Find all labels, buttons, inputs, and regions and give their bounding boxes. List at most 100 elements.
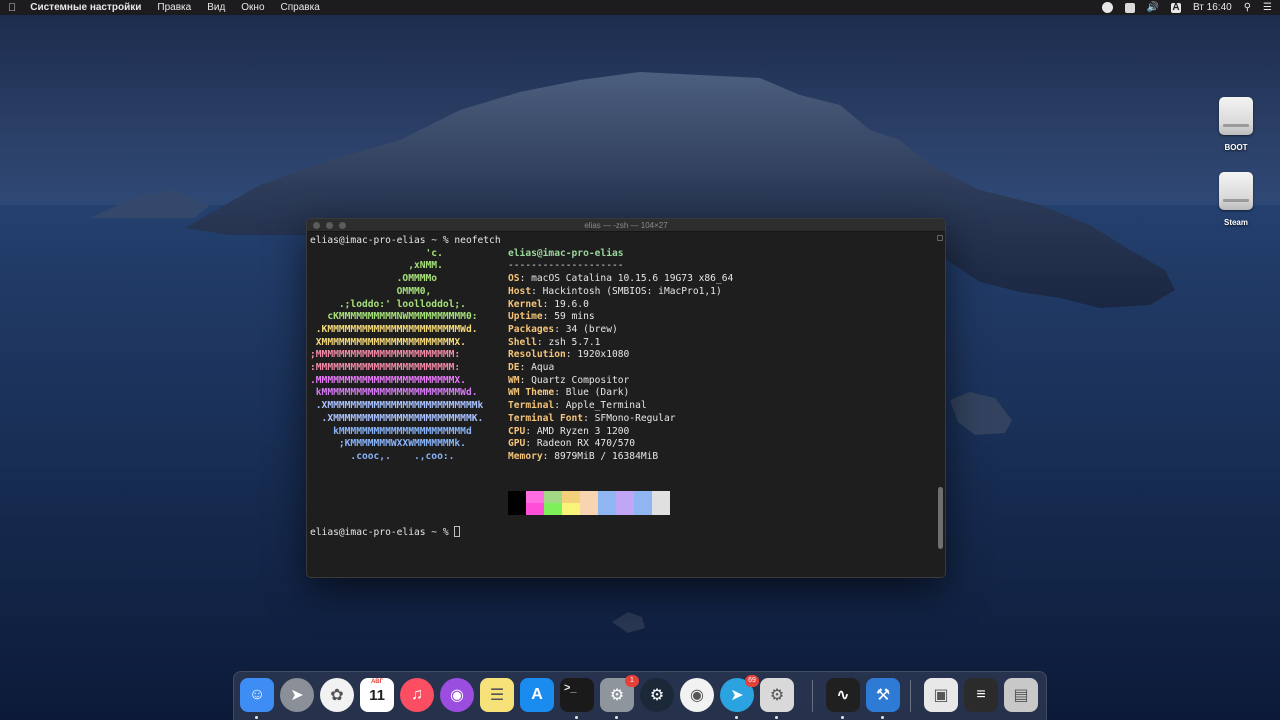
scroll-up-icon[interactable] [937, 235, 943, 241]
dock-glyph: ▣ [933, 687, 949, 704]
notes-icon[interactable]: ☰ [480, 678, 514, 712]
dock-separator [910, 680, 911, 712]
calculator-icon[interactable]: ≡ [964, 678, 998, 712]
dock-glyph: ➤ [290, 687, 304, 704]
trash-icon[interactable]: ▤ [1004, 678, 1038, 712]
finder-icon[interactable]: ☺ [240, 678, 274, 712]
info-value: : 59 mins [542, 311, 595, 323]
info-separator: -------------------- [508, 260, 624, 272]
info-key: GPU [508, 438, 526, 450]
preview-icon[interactable]: ▣ [924, 678, 958, 712]
dock-glyph: ☺ [248, 686, 266, 703]
info-key: Kernel [508, 298, 543, 310]
dock-glyph: ▤ [1013, 687, 1029, 704]
menu-window[interactable]: Окно [241, 2, 264, 13]
dock: ☺ ➤ ✿ 11 АВГ ♫ ◉ ☰ A >_ ⚙ 1 ⚙ ◉ ➤ 69 ⚙ ∿ ⚒ ▣ ≡ ▤ [233, 671, 1047, 720]
info-row: Uptime: 59 mins [508, 311, 595, 324]
telegram-icon[interactable]: ➤ 69 [720, 675, 759, 712]
activity-monitor-icon[interactable]: ∿ [826, 678, 860, 712]
kext-utility-icon[interactable]: ⚙ [760, 678, 794, 712]
desktop-icon-steam[interactable]: Steam [1201, 172, 1271, 227]
logo-line: cKMMMMMMMMMMNWMMMMMMMMMM0: [310, 311, 478, 323]
logo-line: 'c. [310, 247, 443, 259]
menu-view[interactable]: Вид [207, 2, 225, 13]
app-store-icon[interactable]: A [520, 678, 554, 712]
info-row: Host: Hackintosh (SMBIOS: iMacPro1,1) [508, 286, 722, 299]
info-row: Kernel: 19.6.0 [508, 299, 589, 312]
logo-line: kMMMMMMMMMMMMMMMMMMMMMMMMWd. [310, 387, 478, 399]
list-icon[interactable]: ☰ [1263, 2, 1272, 13]
menu-clock[interactable]: Вт 16:40 [1193, 2, 1232, 13]
info-user-host: elias@imac-pro-elias [508, 247, 624, 259]
info-row: Packages: 34 (brew) [508, 324, 618, 337]
logo-line: .cooc,. .,coo:. [310, 450, 455, 462]
info-value: : 34 (brew) [554, 323, 618, 335]
running-indicator [255, 716, 258, 719]
running-indicator [575, 716, 578, 719]
logo-line: ;KMMMMMMMWXXWMMMMMMMk. [310, 438, 466, 450]
steam-icon[interactable]: ⚙ [640, 678, 674, 712]
scrollbar-thumb[interactable] [938, 487, 943, 549]
terminal-content[interactable]: elias@imac-pro-elias ~ % neofetch 'c. ,x… [310, 235, 933, 577]
gear-icon[interactable]: ⚙ 1 [600, 675, 639, 712]
terminal-cursor [454, 526, 461, 537]
color-swatch [580, 491, 598, 515]
minimize-button[interactable] [326, 222, 333, 229]
chrome-icon[interactable]: ◉ [680, 678, 714, 712]
menu-help[interactable]: Справка [281, 2, 320, 13]
terminal-icon[interactable]: >_ [560, 678, 594, 712]
info-row: GPU: Radeon RX 470/570 [508, 438, 635, 451]
music-icon[interactable]: ♫ [400, 678, 434, 712]
zoom-button[interactable] [339, 222, 346, 229]
logo-line: .;loddo:' loolloddol;. [310, 298, 466, 310]
menu-edit[interactable]: Правка [157, 2, 191, 13]
close-button[interactable] [313, 222, 320, 229]
network-icon[interactable] [1124, 2, 1135, 13]
drive-icon [1219, 97, 1253, 135]
search-icon[interactable]: ⚲ [1244, 2, 1251, 13]
xcode-icon[interactable]: ⚒ [866, 678, 900, 712]
dock-glyph: ☰ [489, 687, 505, 704]
logo-line: .XMMMMMMMMMMMMMMMMMMMMMMMMK. [310, 412, 484, 424]
info-key: CPU [508, 425, 526, 437]
terminal-prompt: elias@imac-pro-elias ~ % [310, 527, 455, 538]
info-value: : 19.6.0 [542, 298, 589, 310]
info-key: DE [508, 362, 520, 373]
photos-icon[interactable]: ✿ [320, 678, 354, 712]
info-key: Packages [508, 323, 555, 335]
dock-glyph: >_ [564, 682, 577, 694]
bolt-icon[interactable] [1101, 2, 1113, 13]
calendar-icon[interactable]: 11 АВГ [360, 678, 394, 712]
logo-line: kMMMMMMMMMMMMMMMMMMMMMMd [310, 425, 472, 437]
info-row: Terminal: Apple_Terminal [508, 400, 647, 413]
volume-icon[interactable]: 🔊 [1147, 2, 1159, 13]
running-indicator [615, 716, 618, 719]
menu-app-name[interactable]: Системные настройки [30, 2, 141, 13]
info-value: : AMD Ryzen 3 1200 [525, 425, 630, 437]
dock-glyph: ♫ [411, 686, 423, 703]
logo-line: .OMMMMo [310, 273, 438, 285]
dock-glyph: ≡ [976, 686, 986, 703]
dock-glyph: ⚙ [769, 687, 785, 704]
color-swatch [526, 491, 544, 515]
info-row: Terminal Font: SFMono-Regular [508, 413, 676, 426]
info-key: Memory [508, 450, 543, 462]
terminal-titlebar[interactable]: elias — -zsh — 104×27 [307, 219, 945, 232]
color-swatch [616, 491, 634, 515]
logo-line: ,xNMM. [310, 260, 443, 272]
info-key: Terminal Font [508, 412, 584, 424]
dock-separator [812, 680, 813, 712]
info-row: CPU: AMD Ryzen 3 1200 [508, 426, 629, 439]
menu-bar:  Системные настройки Правка Вид Окно Сп… [0, 0, 1280, 15]
dock-glyph: ◉ [450, 687, 464, 704]
info-value: : zsh 5.7.1 [536, 336, 601, 348]
terminal-window[interactable]: elias — -zsh — 104×27 elias@imac-pro-eli… [306, 218, 946, 578]
info-key: Host [508, 285, 532, 297]
desktop-icon-label: BOOT [1224, 143, 1248, 152]
podcasts-icon[interactable]: ◉ [440, 678, 474, 712]
input-source-icon[interactable]: A [1170, 2, 1181, 13]
rocket-icon[interactable]: ➤ [280, 678, 314, 712]
info-key: WM Theme [508, 387, 555, 399]
apple-logo-icon[interactable]:  [8, 2, 16, 14]
desktop-icon-boot[interactable]: BOOT [1201, 97, 1271, 152]
